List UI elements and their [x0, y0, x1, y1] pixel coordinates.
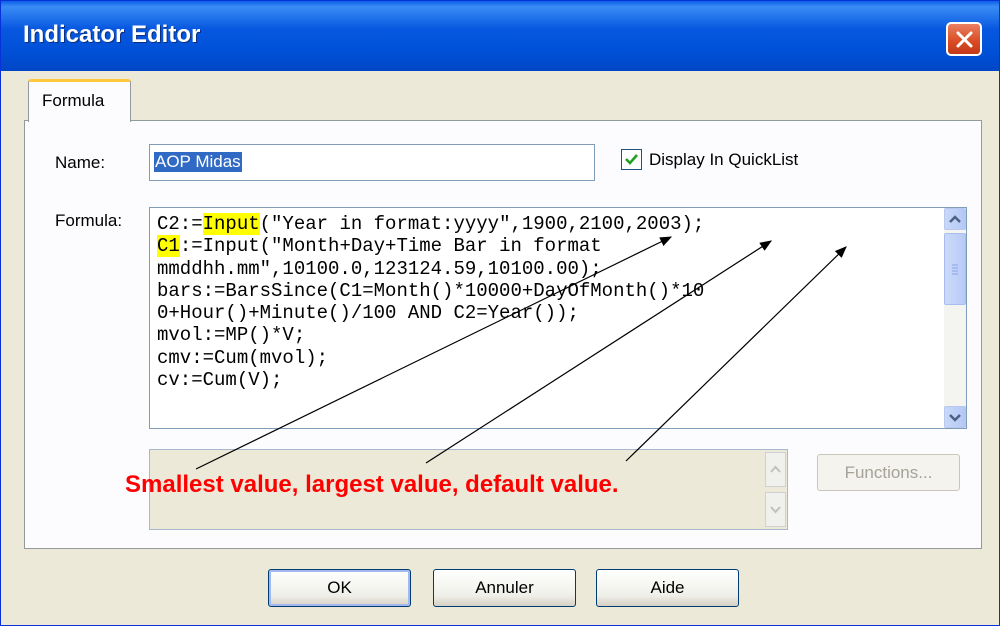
tab-formula[interactable]: Formula — [28, 79, 131, 122]
tab-formula-label: Formula — [42, 91, 105, 110]
indicator-editor-window: Indicator Editor Formula Name: AOP Midas… — [0, 0, 1000, 626]
annotation-arrows — [195, 236, 847, 470]
arrow-default — [625, 246, 847, 462]
arrow-smallest — [195, 236, 673, 470]
ok-button[interactable]: OK — [268, 569, 411, 607]
cancel-button[interactable]: Annuler — [433, 569, 576, 607]
arrow-largest — [425, 240, 773, 464]
help-button[interactable]: Aide — [596, 569, 739, 607]
